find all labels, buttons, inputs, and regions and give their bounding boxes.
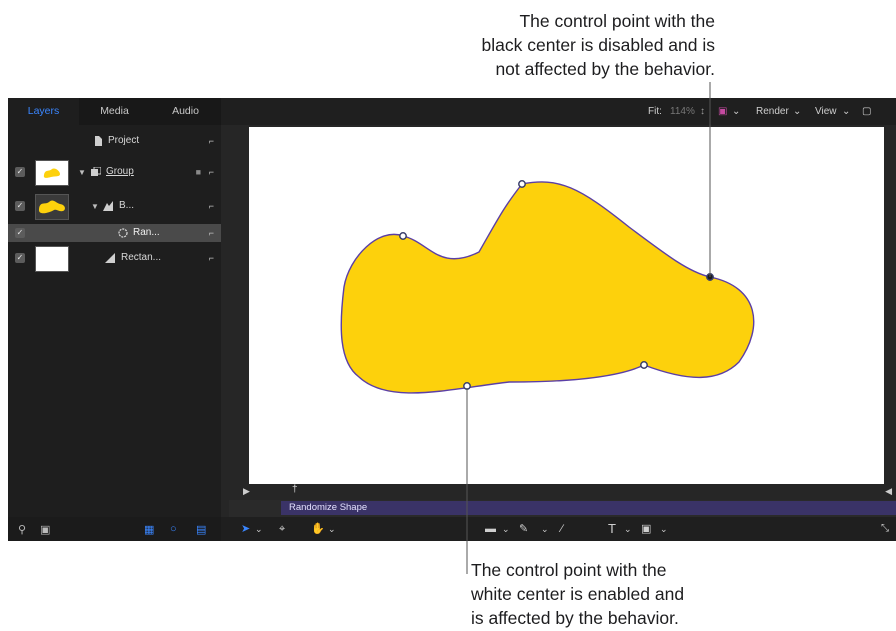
leader-lines	[466, 82, 711, 574]
